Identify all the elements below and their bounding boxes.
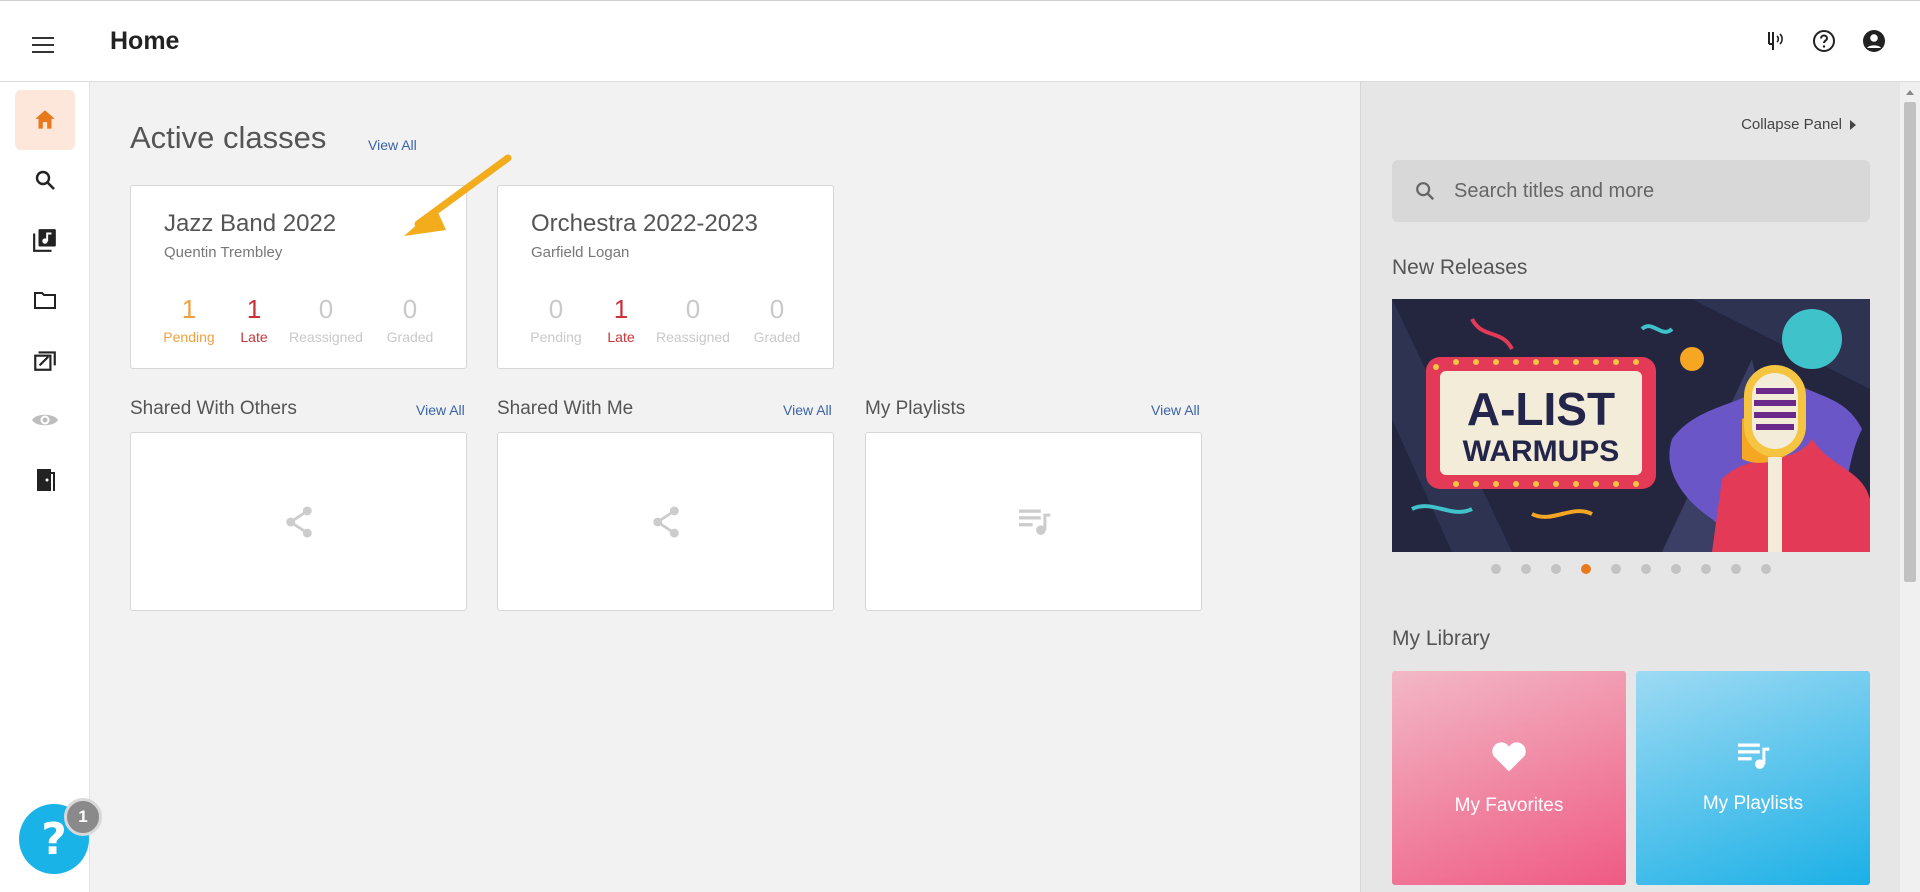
page-title: Home [110,27,180,55]
collapse-panel-button[interactable]: Collapse Panel [1741,116,1856,133]
annotation-arrow-icon [404,154,512,236]
main-content: Active classes View All Jazz Band 2022 Q… [90,82,1360,892]
caret-right-icon [1850,119,1856,130]
shared-with-others-title: Shared With Others [130,398,297,419]
sidebar-item-folders[interactable] [15,270,75,330]
banner-title-line1: A-LIST [1467,383,1615,435]
my-library-title: My Library [1392,627,1491,650]
scroll-up-icon[interactable] [1900,86,1920,100]
folder-icon [34,292,56,309]
notification-badge: 1 [64,798,102,836]
carousel-dot[interactable] [1551,564,1561,574]
class-name: Jazz Band 2022 [164,210,337,237]
carousel-dot[interactable] [1521,564,1531,574]
class-card-orchestra[interactable]: Orchestra 2022-2023 Garfield Logan 0 Pend… [497,185,834,369]
stat-reassigned: 0 Reassigned [289,294,363,345]
home-icon [35,110,55,129]
right-panel: Collapse Panel New Releases [1360,82,1900,892]
share-icon [652,505,679,538]
sidebar-item-search[interactable] [15,150,75,210]
sidebar-item-library[interactable] [15,210,75,270]
help-icon[interactable] [1812,29,1836,53]
scrollbar-thumb[interactable] [1904,102,1916,582]
my-playlists-title: My Playlists [865,398,966,419]
exit-door-icon [37,469,55,491]
sidebar-item-logout[interactable] [15,450,75,510]
my-playlists-view-all-link[interactable]: View All [1151,402,1200,418]
shared-with-others-view-all-link[interactable]: View All [416,402,465,418]
search-icon [35,170,55,190]
shared-with-me-view-all-link[interactable]: View All [783,402,832,418]
my-playlists-tile[interactable]: My Playlists [1636,671,1870,885]
carousel-dot[interactable] [1611,564,1621,574]
sidebar-item-preview[interactable] [15,390,75,450]
playlist-icon [1738,743,1770,769]
active-classes-title: Active classes [130,120,327,155]
stat-reassigned: 0 Reassigned [656,294,730,345]
collapse-panel-label: Collapse Panel [1741,116,1842,133]
new-release-banner[interactable]: A-LIST WARMUPS [1392,299,1870,552]
my-favorites-label: My Favorites [1454,795,1564,816]
tuner-icon[interactable] [1762,29,1786,53]
carousel-dot[interactable] [1581,564,1591,574]
shared-with-me-title: Shared With Me [497,398,634,419]
sidebar-item-home[interactable] [15,90,75,150]
banner-title-line2: WARMUPS [1463,435,1620,468]
search-input[interactable] [1454,179,1854,203]
my-favorites-tile[interactable]: My Favorites [1392,671,1626,885]
class-teacher: Quentin Trembley [164,244,283,261]
my-playlists-card[interactable] [865,432,1202,611]
account-icon[interactable] [1862,29,1886,53]
carousel-dot[interactable] [1731,564,1741,574]
carousel-dot[interactable] [1641,564,1651,574]
stat-graded: 0 Graded [753,294,801,345]
search-icon [1416,182,1435,201]
top-actions [1762,29,1886,53]
shared-with-others-card[interactable] [130,432,467,611]
stat-graded: 0 Graded [386,294,434,345]
playlist-icon [1018,508,1050,535]
class-name: Orchestra 2022-2023 [531,210,758,237]
help-chat-glyph: ? [41,813,67,865]
share-icon [285,505,312,538]
carousel-dot[interactable] [1671,564,1681,574]
heart-icon [1492,742,1526,772]
sidebar-item-assignments[interactable] [15,330,75,390]
new-releases-title: New Releases [1392,256,1528,279]
my-playlists-label: My Playlists [1702,793,1804,814]
eye-icon [32,414,58,426]
carousel-dot[interactable] [1701,564,1711,574]
search-box[interactable] [1392,160,1870,222]
assignment-icon [34,351,56,371]
top-bar: Home [0,0,1920,82]
shared-with-me-card[interactable] [497,432,834,611]
sidebar [0,82,90,892]
class-teacher: Garfield Logan [531,244,630,261]
music-library-icon [33,229,56,252]
banner-artwork: A-LIST WARMUPS [1392,299,1870,552]
scrollbar[interactable] [1900,82,1920,892]
carousel-dots [1392,564,1870,574]
carousel-dot[interactable] [1491,564,1501,574]
carousel-dot[interactable] [1761,564,1771,574]
menu-icon[interactable] [32,37,54,53]
